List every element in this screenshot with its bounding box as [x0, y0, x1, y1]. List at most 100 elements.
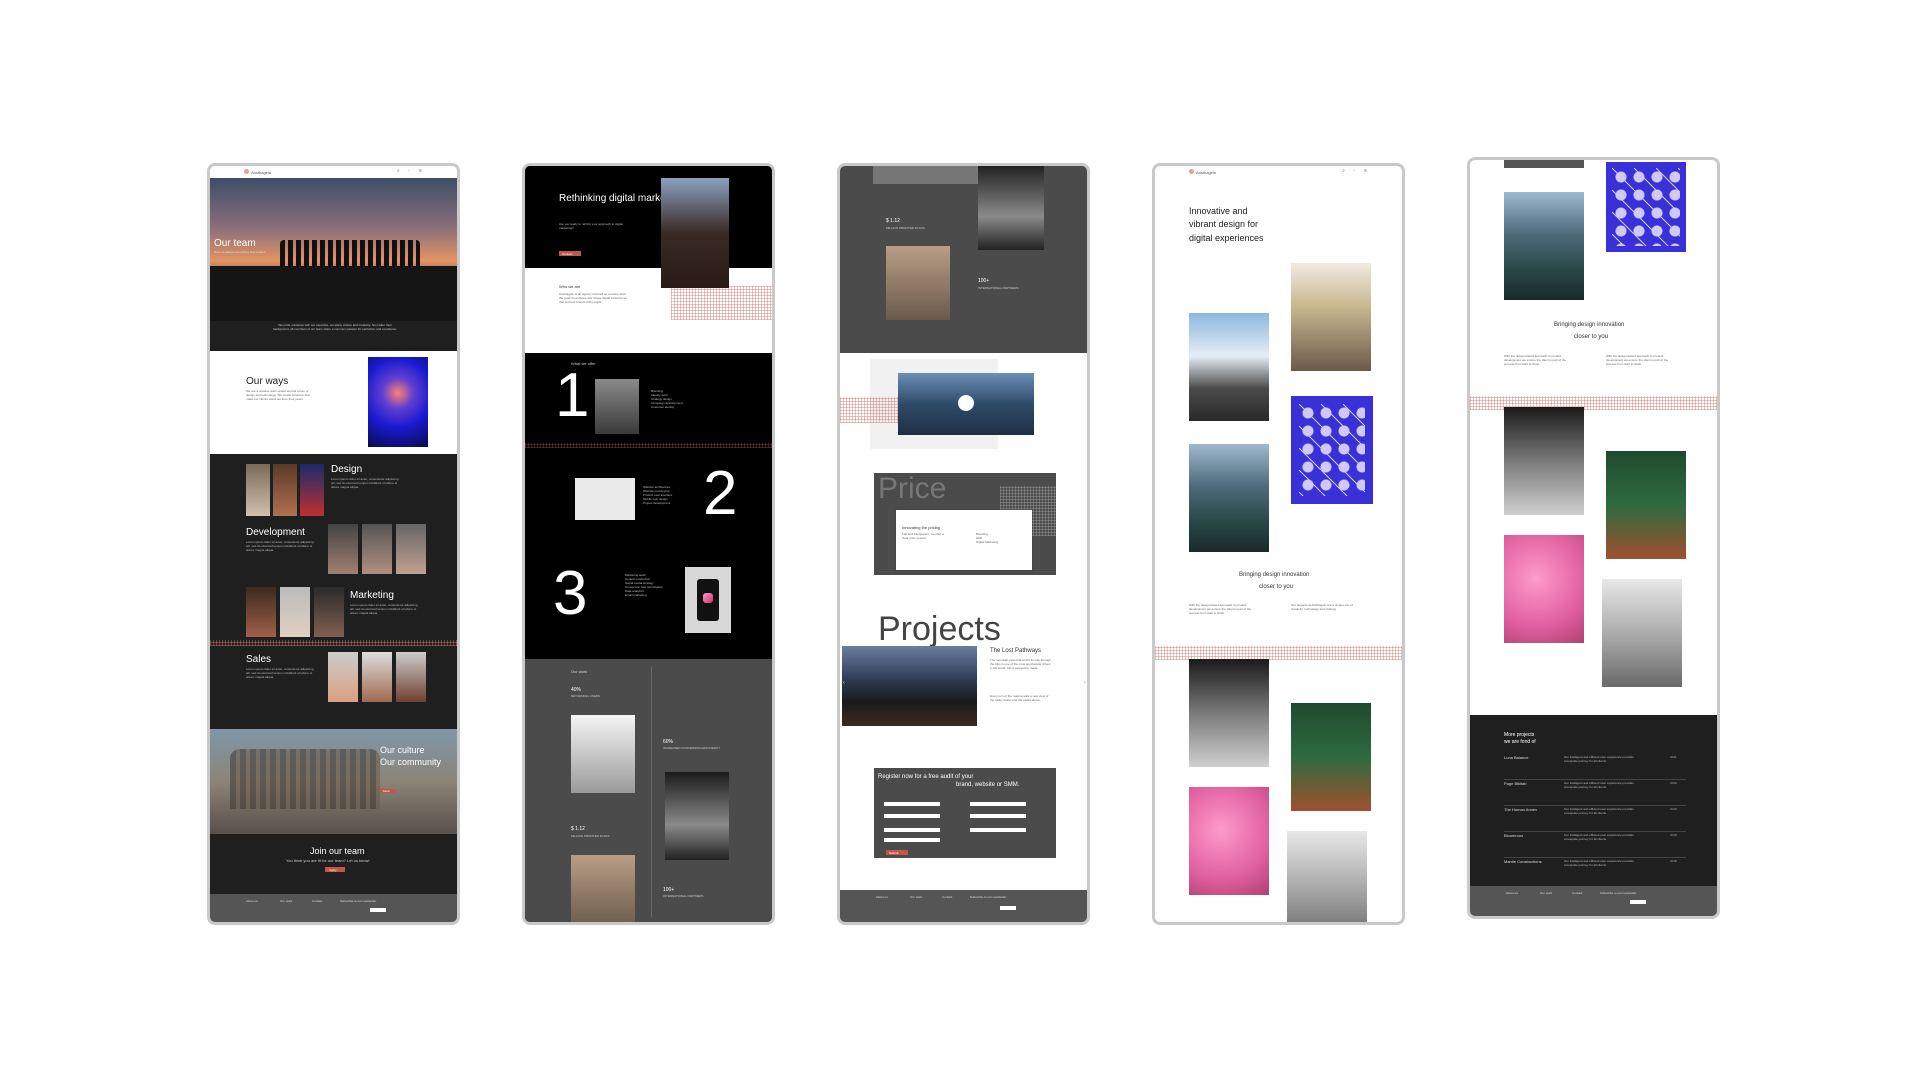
intro-text: We pride ourselves with our expertise, c… [272, 323, 398, 331]
instagram-icon [703, 593, 713, 603]
marketing-photo-3 [314, 587, 344, 637]
bring-title-1: Bringing design innovation [1554, 322, 1625, 328]
city-video-thumbnail[interactable] [898, 373, 1034, 435]
stat-value-2: 60% [663, 739, 674, 745]
subscribe-button[interactable] [370, 908, 386, 912]
logo-text[interactable]: Aristhagelu [1196, 170, 1216, 175]
interior-lamps-photo [1291, 263, 1371, 371]
blue-pattern-image [1291, 396, 1373, 504]
flour-hands-photo [1504, 407, 1584, 515]
footer-col-contact[interactable]: Contact [312, 899, 322, 903]
car-interior-photo [1189, 313, 1269, 421]
project-row[interactable]: Page Bikitab Our intelligent and efficie… [1504, 779, 1686, 806]
footer-newsletter: Subscribe to our newsletter [970, 895, 1007, 899]
pricing-list: Branding Web Digital Marketing [976, 532, 1024, 544]
who-text: Aristhagelu is an agency focused on crea… [559, 292, 627, 304]
footer-col-about[interactable]: About us [1506, 891, 1518, 895]
form-input[interactable] [884, 802, 940, 806]
more-projects-section: More projects we are fond of Luna Balanc… [1470, 715, 1717, 895]
hero-ground [210, 266, 457, 321]
play-icon[interactable] [958, 395, 974, 411]
sunglasses-photo [1287, 831, 1367, 922]
section-title-development: Development [246, 527, 305, 538]
white-object-photo [571, 715, 635, 793]
design-photo-3 [300, 464, 324, 516]
who-title: Who we are [559, 284, 581, 289]
menu-icon[interactable]: ≡ [1364, 168, 1367, 174]
project-row-name: The Human Annex [1504, 807, 1538, 812]
work-title: Our work [571, 669, 588, 674]
stat-label-1: RETURNING USERS [571, 694, 601, 698]
site-header: Aristhagelu ⌕ ◦ ≡ [1155, 166, 1402, 178]
project-row-year: 2020 [1670, 781, 1677, 785]
section-text-development: Lorem ipsum dolor sit amet, consectetur … [246, 540, 314, 552]
form-input[interactable] [884, 814, 940, 818]
footer-col-contact[interactable]: Contact [1572, 891, 1582, 895]
price-title: Price [878, 472, 947, 505]
user-icon[interactable]: ◦ [1353, 168, 1355, 174]
ways-title: Our ways [246, 376, 289, 387]
search-icon[interactable]: ⌕ [1342, 168, 1345, 174]
hero-image: Our team Team is always something that m… [210, 178, 457, 321]
hero-subtitle: Team is always something that matters [214, 250, 266, 254]
screen-projects-page: $ 1.12 MILLION PROFITED IN ADS 100+ INTE… [837, 163, 1090, 925]
hero-title-1: Innovative and [1189, 206, 1248, 216]
register-form: Register now for a free audit of your br… [874, 768, 1056, 858]
project-row-desc: Our intelligent and efficient user exper… [1564, 833, 1634, 841]
register-submit-button[interactable]: Submit [886, 850, 908, 855]
ways-text: We are a creative team united around a l… [246, 389, 310, 401]
join-title: Join our team [310, 846, 365, 856]
our-work-section: Our work 40% RETURNING USERS 60% INCREAS… [525, 659, 772, 922]
pricing-item[interactable]: Digital Marketing [976, 540, 1024, 544]
user-icon[interactable]: ◦ [408, 168, 410, 174]
footer-col-about[interactable]: About us [246, 899, 258, 903]
contact-button[interactable]: Contact [559, 251, 581, 256]
logo-text[interactable]: Aristhagelu [251, 170, 271, 175]
form-select[interactable] [970, 828, 1026, 832]
footer-col-about[interactable]: About us [876, 895, 888, 899]
marketing-photo-2 [280, 587, 310, 637]
photo-top-crop [873, 166, 983, 184]
donuts-photo [1504, 535, 1584, 643]
bring-title-2: closer to you [1574, 334, 1609, 340]
more-title-2: we are fond of [1504, 739, 1536, 745]
subscribe-button[interactable] [1630, 900, 1646, 904]
strawberry-basket-photo [1291, 703, 1371, 811]
form-input[interactable] [884, 828, 940, 832]
project-row[interactable]: Mantle Constructions Our intelligent and… [1504, 857, 1686, 883]
coffee-phone-photo [571, 855, 635, 922]
form-input[interactable] [970, 802, 1026, 806]
chevron-right-icon[interactable]: › [1084, 680, 1086, 686]
footer-col-work[interactable]: Our work [910, 895, 922, 899]
sales-photo-3 [396, 652, 426, 702]
subscribe-button[interactable] [1000, 906, 1016, 910]
footer-col-contact[interactable]: Contact [942, 895, 952, 899]
marketing-photo-1 [246, 587, 276, 637]
project-row[interactable]: Bloomrous Our intelligent and efficient … [1504, 831, 1686, 858]
phone-photo [685, 567, 731, 633]
form-input[interactable] [884, 838, 940, 842]
project-row[interactable]: Luna Balance Our intelligent and efficie… [1504, 753, 1686, 780]
culture-button[interactable]: More [380, 789, 396, 793]
hero-title-2: vibrant design for [1189, 219, 1259, 229]
portrait-photo [665, 772, 729, 860]
decor-grid [1155, 646, 1402, 660]
form-input[interactable] [970, 814, 1026, 818]
search-icon[interactable]: ⌕ [397, 168, 400, 174]
apply-button[interactable]: Apply [325, 867, 345, 872]
footer-col-work[interactable]: Our work [280, 899, 292, 903]
offer-section: What we offer 1 Branding Identity work Str… [525, 353, 772, 659]
sales-photo-2 [362, 652, 392, 702]
top-photo-crop [1504, 160, 1584, 168]
site-header: Aristhagelu ⌕ ◦ ≡ [210, 166, 457, 178]
footer-col-work[interactable]: Our work [1540, 891, 1552, 895]
section-title-sales: Sales [246, 654, 272, 665]
project-row[interactable]: The Human Annex Our intelligent and effi… [1504, 805, 1686, 832]
logo-icon [1189, 169, 1194, 174]
chevron-left-icon[interactable]: ‹ [843, 680, 845, 686]
departments-section: Design Lorem ipsum dolor sit amet, conse… [210, 454, 457, 729]
menu-icon[interactable]: ≡ [419, 168, 422, 174]
project-row-name: Mantle Constructions [1504, 859, 1542, 864]
stat-value-3: $ 1.12 [571, 826, 585, 832]
project-row-year: 2018 [1670, 859, 1677, 863]
